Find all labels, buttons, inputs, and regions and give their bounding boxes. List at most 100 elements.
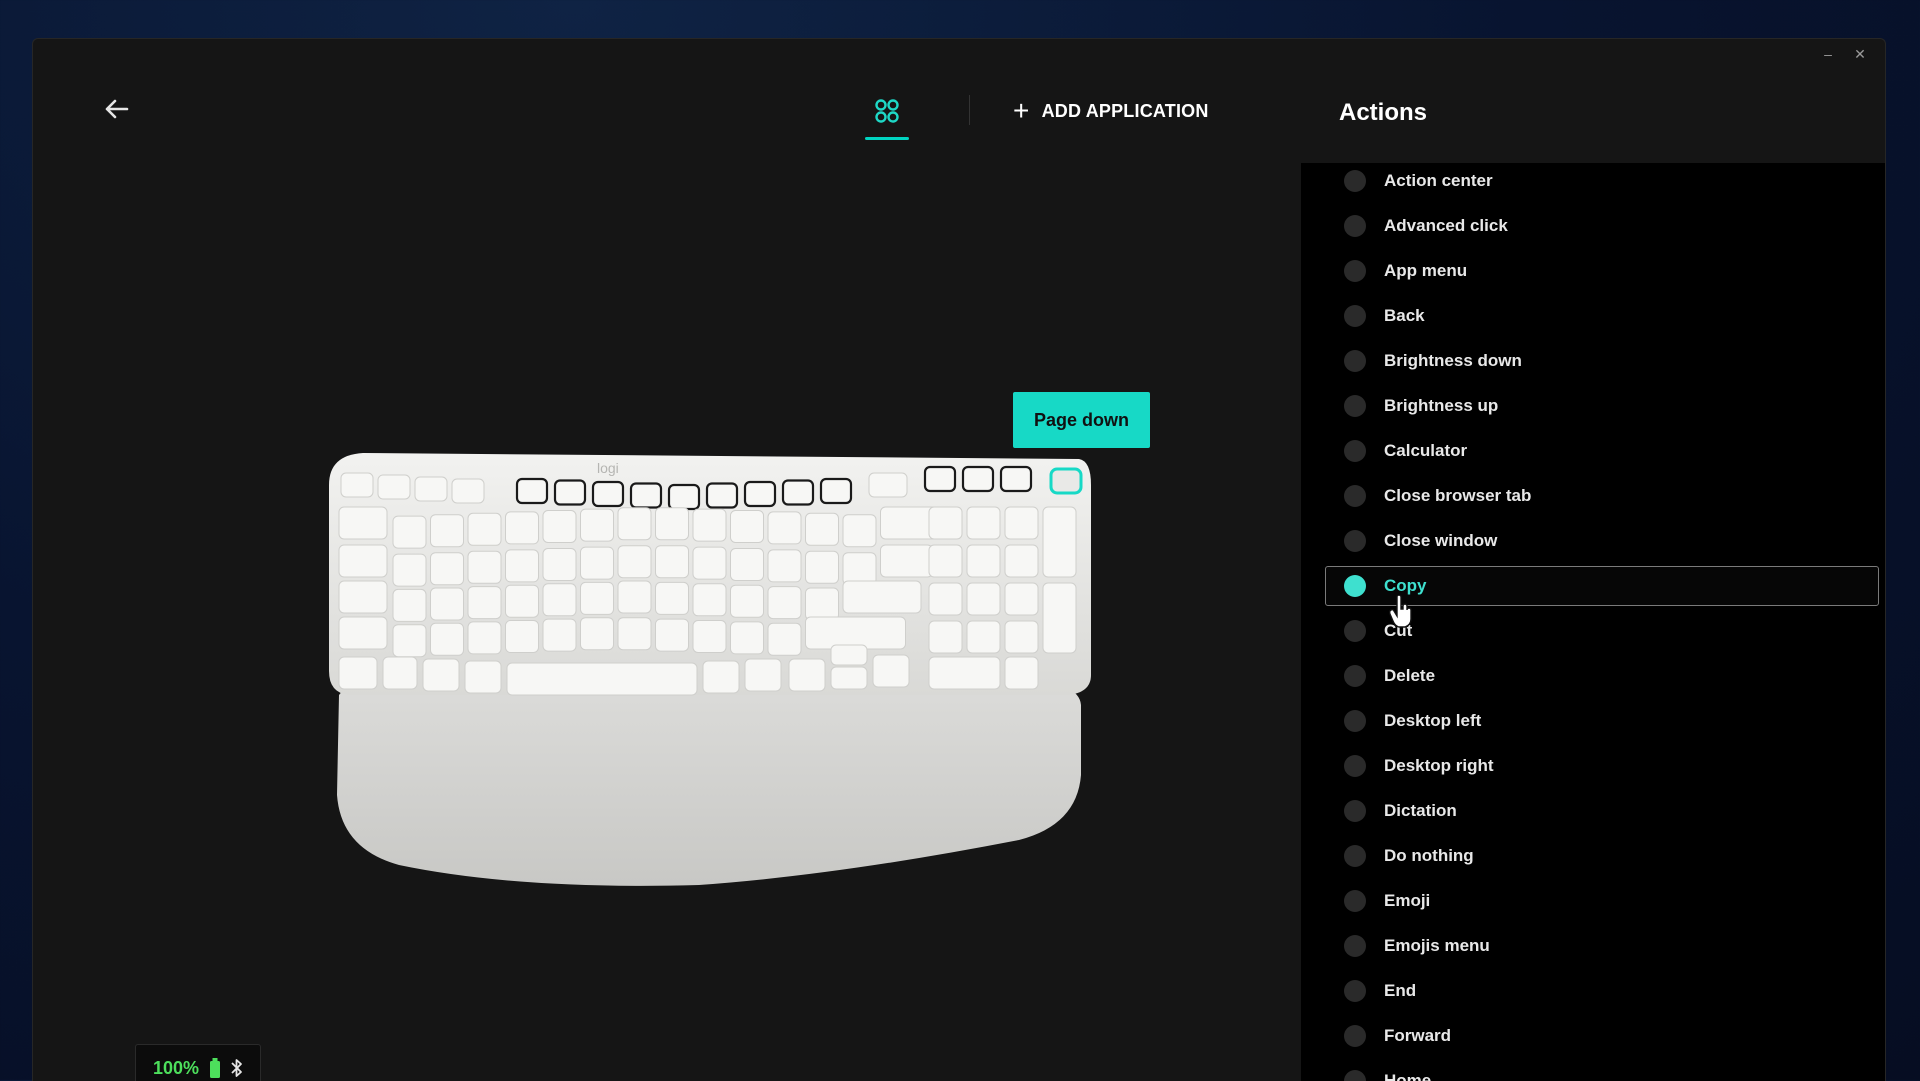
keyboard-key [767, 511, 802, 545]
action-item[interactable]: Brightness down [1325, 341, 1879, 381]
action-item-label: Emojis menu [1384, 936, 1490, 955]
tab-all-applications[interactable] [865, 91, 909, 131]
radio-button[interactable] [1344, 350, 1366, 372]
action-item[interactable]: End [1325, 971, 1879, 1011]
radio-button[interactable] [1344, 170, 1366, 192]
close-button[interactable]: ✕ [1849, 43, 1871, 65]
keyboard-key [842, 580, 922, 614]
keyboard-key [617, 580, 652, 614]
keyboard-key [692, 620, 727, 653]
keyboard-key [928, 582, 963, 616]
keyboard-key [553, 479, 587, 506]
radio-button[interactable] [1344, 935, 1366, 957]
back-button[interactable] [97, 89, 137, 129]
radio-button[interactable] [1344, 440, 1366, 462]
keyboard-key [655, 507, 689, 541]
keyboard-key [730, 510, 764, 543]
action-item[interactable]: Delete [1325, 656, 1879, 696]
keyboard-key [542, 510, 577, 543]
action-item-label: Action center [1384, 171, 1493, 190]
radio-button[interactable] [1344, 305, 1366, 327]
radio-button[interactable] [1344, 845, 1366, 867]
radio-button[interactable] [1344, 530, 1366, 552]
action-item[interactable]: Do nothing [1325, 836, 1879, 876]
keyboard-key [830, 644, 868, 666]
keyboard-key [842, 514, 877, 548]
radio-button[interactable] [1344, 710, 1366, 732]
action-item-label: Desktop left [1384, 711, 1482, 730]
app-window: – ✕ + ADD APPLICATION logi Page down 100… [32, 38, 1886, 1081]
keyboard-key [1004, 506, 1039, 540]
radio-button[interactable] [1344, 980, 1366, 1002]
radio-button[interactable] [1344, 485, 1366, 507]
plus-icon: + [1013, 95, 1030, 126]
radio-button[interactable] [1344, 755, 1366, 777]
keyboard-key [868, 472, 908, 498]
action-item-label: Calculator [1384, 441, 1468, 460]
radio-button[interactable] [1344, 395, 1366, 417]
keyboard-key [805, 616, 906, 650]
battery-status: 100% [135, 1044, 261, 1081]
action-item[interactable]: Calculator [1325, 431, 1879, 471]
radio-button[interactable] [1344, 1070, 1366, 1081]
back-arrow-icon [105, 99, 129, 119]
window-controls: – ✕ [1817, 43, 1871, 65]
radio-button[interactable] [1344, 575, 1366, 597]
keyboard-key [392, 553, 427, 587]
keyboard-key [923, 465, 957, 493]
keyboard-key [515, 477, 549, 505]
action-item-label: Brightness up [1384, 396, 1499, 415]
keyboard-key [414, 476, 448, 502]
action-item[interactable]: Close window [1325, 521, 1879, 561]
bluetooth-icon [231, 1059, 242, 1077]
keyboard-key [744, 658, 782, 692]
keyboard-key [961, 465, 995, 493]
action-item[interactable]: App menu [1325, 251, 1879, 291]
keyboard-key [430, 552, 464, 586]
action-item[interactable]: Forward [1325, 1016, 1879, 1056]
add-application-label: ADD APPLICATION [1041, 100, 1209, 121]
radio-button[interactable] [1344, 800, 1366, 822]
radio-button[interactable] [1344, 890, 1366, 912]
action-item[interactable]: Dictation [1325, 791, 1879, 831]
radio-button[interactable] [1344, 215, 1366, 237]
action-item[interactable]: Action center [1325, 163, 1879, 201]
radio-button[interactable] [1344, 260, 1366, 282]
keyboard-key [743, 480, 777, 508]
keyboard-key [702, 660, 740, 694]
action-item-label: Copy [1384, 576, 1427, 595]
keyboard-key [392, 515, 427, 549]
action-item[interactable]: Advanced click [1325, 206, 1879, 246]
action-item-label: Close window [1384, 531, 1498, 550]
keyboard-key [422, 658, 460, 692]
keyboard-key [430, 514, 464, 548]
keyboard-key [928, 620, 963, 654]
radio-button[interactable] [1344, 620, 1366, 642]
action-item[interactable]: Back [1325, 296, 1879, 336]
action-item[interactable]: Home [1325, 1061, 1879, 1081]
action-item-label: Do nothing [1384, 846, 1474, 865]
radio-button[interactable] [1344, 665, 1366, 687]
keyboard-key [692, 508, 727, 542]
action-item[interactable]: Desktop right [1325, 746, 1879, 786]
keyboard-device-image: logi [319, 445, 1099, 920]
action-item[interactable]: Desktop left [1325, 701, 1879, 741]
keyboard-key [1004, 620, 1039, 654]
action-item[interactable]: Emojis menu [1325, 926, 1879, 966]
keyboard-key [580, 508, 614, 542]
minimize-button[interactable]: – [1817, 43, 1839, 65]
add-application-button[interactable]: + ADD APPLICATION [1013, 91, 1209, 131]
action-item[interactable]: Close browser tab [1325, 476, 1879, 516]
keyboard-key [340, 472, 374, 498]
action-item[interactable]: Emoji [1325, 881, 1879, 921]
key-tooltip: Page down [1013, 392, 1150, 448]
keyboard-key [580, 617, 614, 651]
battery-icon [210, 1058, 221, 1078]
keyboard-key [377, 474, 411, 500]
keyboard-key [819, 477, 853, 505]
radio-button[interactable] [1344, 1025, 1366, 1047]
keyboard-key [505, 511, 539, 545]
keyboard-key [872, 654, 910, 688]
action-item[interactable]: Brightness up [1325, 386, 1879, 426]
keyboard-key [467, 512, 502, 546]
